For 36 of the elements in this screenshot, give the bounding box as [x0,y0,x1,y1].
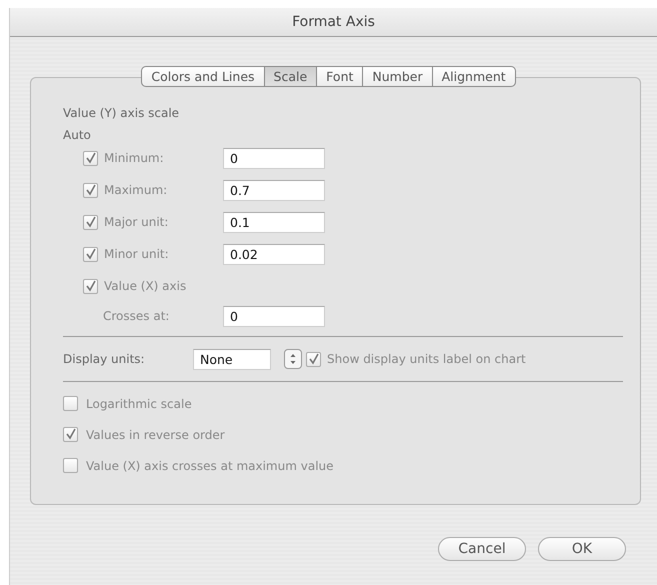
window-title: Format Axis [292,14,375,30]
checkbox[interactable] [63,458,78,473]
dropdown-field[interactable]: None [193,348,271,370]
input-field[interactable]: 0.1 [223,212,325,232]
checkbox[interactable] [83,182,98,198]
checkbox-label: Value (X) axis [104,279,186,293]
checkbox[interactable] [83,246,98,262]
dialog-button[interactable]: OK [538,537,626,561]
field-label: Display units: [63,352,146,366]
input-field[interactable]: 0.02 [223,244,325,264]
input-field[interactable]: 0.7 [223,180,325,200]
checkbox[interactable] [83,150,98,166]
checkbox-label: Minimum: [104,151,164,165]
checkbox-label: Value (X) axis crosses at maximum value [86,458,334,472]
checkbox[interactable] [63,396,78,411]
checkbox[interactable] [63,427,78,442]
checkbox-label: Major unit: [104,215,168,229]
tab[interactable]: Number [362,67,432,86]
section-title: Value (Y) axis scale [63,106,180,120]
field-label: Crosses at: [103,309,170,323]
tab[interactable]: Colors and Lines [142,67,264,86]
tab[interactable]: Scale [264,67,316,86]
checkbox-label: Minor unit: [104,247,169,261]
input-field[interactable]: 0 [223,306,325,326]
dialog-button[interactable]: Cancel [438,537,526,561]
checkbox-label: Maximum: [104,183,168,197]
checkbox[interactable] [83,214,98,230]
tab[interactable]: Font [316,67,362,86]
auto-label: Auto [63,128,92,142]
input-field[interactable]: 0 [223,148,325,168]
checkbox[interactable] [306,352,321,366]
checkbox[interactable] [83,278,98,294]
stepper-icon[interactable] [284,349,302,369]
checkbox-label: Show display units label on chart [327,352,526,366]
checkbox-label: Values in reverse order [86,428,225,442]
checkbox-label: Logarithmic scale [86,396,192,410]
